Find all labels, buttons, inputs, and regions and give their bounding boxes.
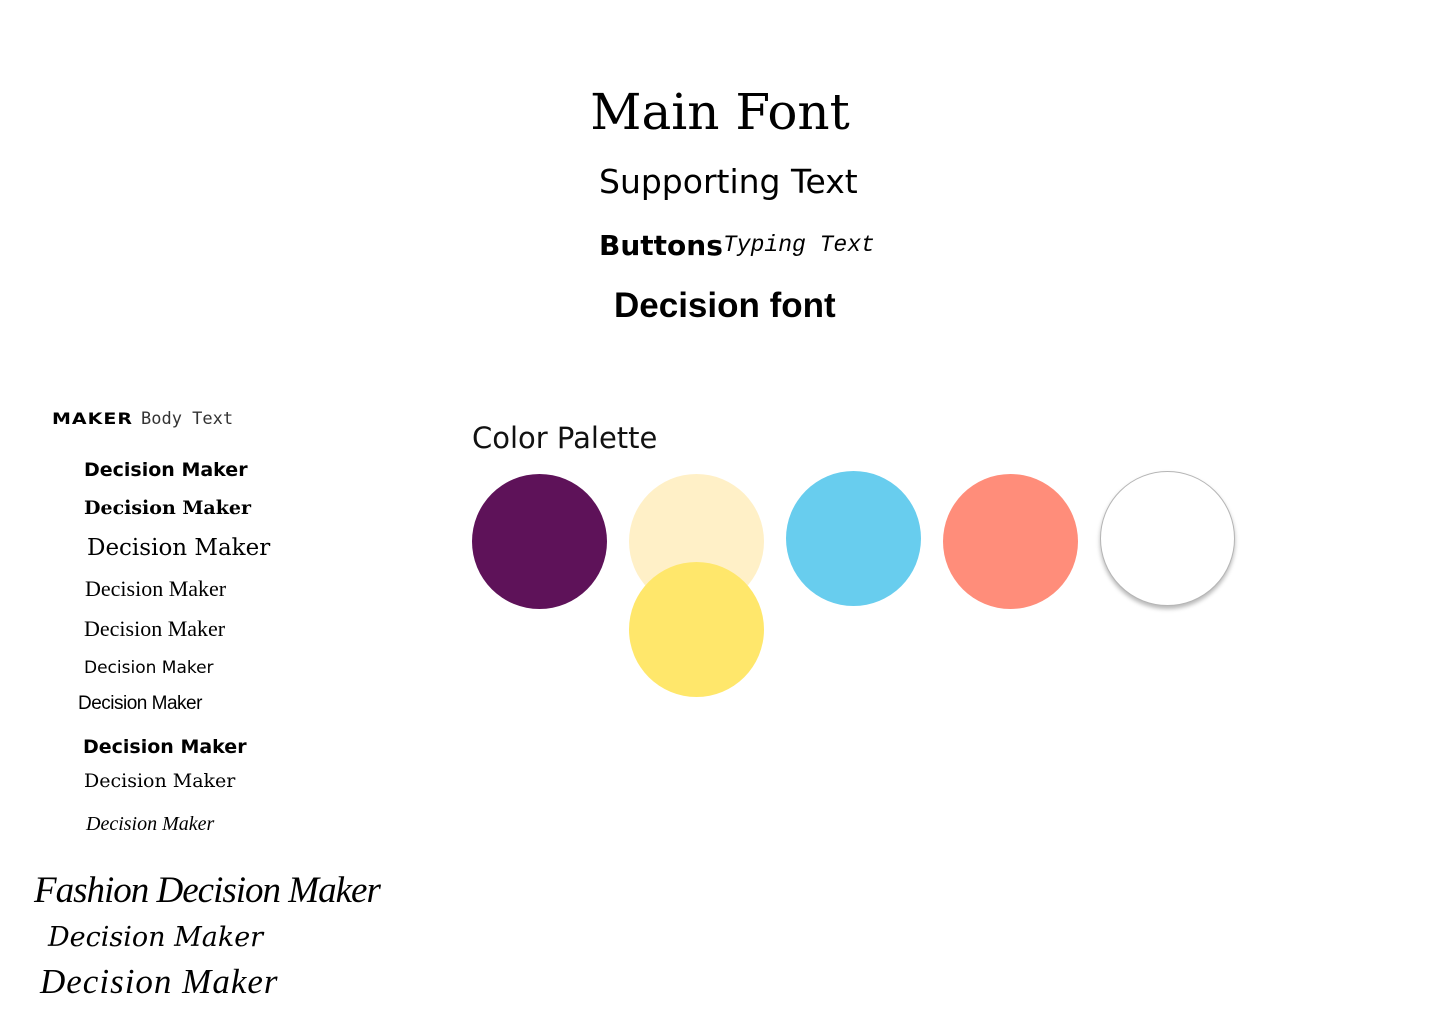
maker-sample: MAKER bbox=[52, 409, 133, 429]
decision-maker-sample-4: Decision Maker bbox=[85, 576, 227, 601]
decision-maker-sample-9: Decision Maker bbox=[84, 770, 236, 792]
script-sample-1: Fashion Decision Maker bbox=[34, 870, 381, 911]
color-swatch-purple bbox=[472, 474, 607, 609]
decision-maker-sample-7: Decision Maker bbox=[78, 693, 202, 714]
decision-maker-sample-2: Decision Maker bbox=[84, 497, 251, 519]
color-swatch-blue bbox=[786, 471, 921, 606]
typing-text-sample: Typing Text bbox=[723, 232, 875, 258]
main-font-sample: Main Font bbox=[0, 82, 1440, 142]
decision-maker-sample-6: Decision Maker bbox=[84, 658, 214, 678]
color-palette-title: Color Palette bbox=[472, 421, 658, 455]
script-sample-3: Decision Maker bbox=[40, 962, 279, 1001]
decision-maker-sample-3: Decision Maker bbox=[87, 535, 271, 561]
color-swatch-yellow bbox=[629, 562, 764, 697]
buttons-font-sample: Buttons bbox=[599, 229, 723, 262]
main-font-label: Main Font bbox=[590, 83, 850, 141]
color-swatch-coral bbox=[943, 474, 1078, 609]
supporting-text-sample: Supporting Text bbox=[599, 162, 858, 201]
decision-maker-sample-8: Decision Maker bbox=[83, 736, 247, 758]
decision-maker-sample-1: Decision Maker bbox=[84, 459, 248, 481]
decision-maker-sample-10: Decision Maker bbox=[86, 813, 215, 835]
body-text-sample: Body Text bbox=[141, 409, 234, 429]
decision-font-sample: Decision font bbox=[614, 286, 836, 325]
script-sample-2: Decision Maker bbox=[48, 922, 264, 953]
color-swatch-white bbox=[1100, 471, 1235, 606]
decision-maker-sample-5: Decision Maker bbox=[84, 616, 226, 641]
